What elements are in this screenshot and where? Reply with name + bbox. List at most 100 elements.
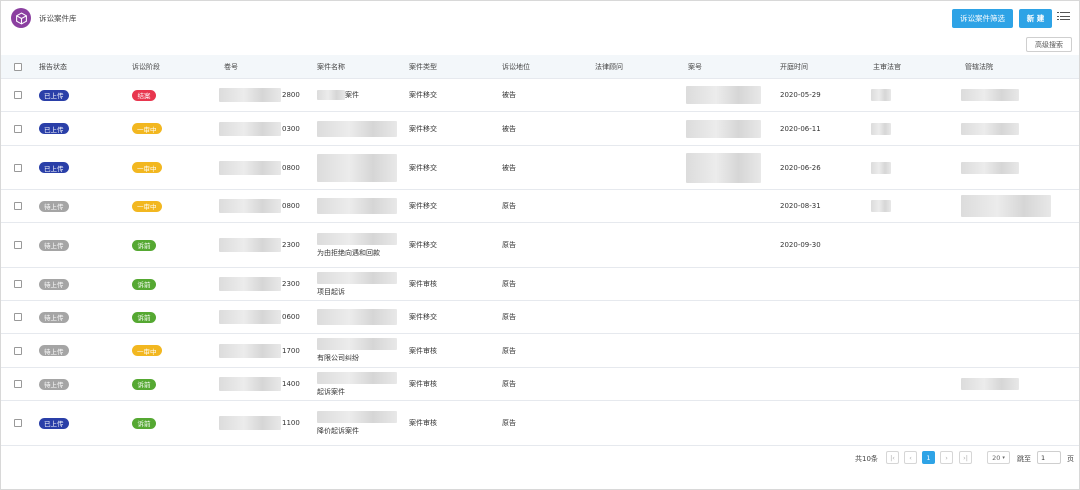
table-row[interactable]: 待上传 诉前 2300 为由拒绝向遇和回款 案件移交 原告 2020-09-30 (1, 223, 1079, 268)
row-select-cell[interactable] (14, 146, 22, 189)
report-status-cell: 待上传 (39, 268, 69, 300)
redacted-file-number (219, 277, 281, 291)
file-number-cell[interactable]: 0600 (219, 301, 300, 333)
col-litigation-stage[interactable]: 诉讼阶段 (132, 55, 160, 79)
file-number-cell[interactable]: 0300 (219, 112, 300, 145)
file-number-cell[interactable]: 0800 (219, 190, 300, 222)
col-case-name[interactable]: 案件名称 (317, 55, 345, 79)
case-type-cell: 案件审核 (409, 419, 437, 427)
file-number-cell[interactable]: 0800 (219, 146, 300, 189)
case-name-cell[interactable]: 为由拒绝向遇和回款 (317, 223, 397, 267)
case-number-cell (686, 112, 761, 145)
litigation-position-cell: 原告 (502, 280, 516, 288)
page-title: 诉讼案件库 (39, 13, 77, 23)
row-checkbox[interactable] (14, 419, 22, 427)
goto-page-input[interactable] (1037, 451, 1061, 464)
row-checkbox[interactable] (14, 91, 22, 99)
table-row[interactable]: 待上传 诉前 1400 起诉案件 案件审核 原告 (1, 368, 1079, 401)
row-select-cell[interactable] (14, 401, 22, 445)
row-select-cell[interactable] (14, 268, 22, 300)
row-select-cell[interactable] (14, 368, 22, 400)
last-page-button[interactable]: ›| (959, 451, 972, 464)
redacted-court (961, 89, 1019, 101)
row-checkbox[interactable] (14, 163, 22, 172)
next-page-button[interactable]: › (940, 451, 953, 464)
table-row[interactable]: 待上传 一审中 1700 有限公司纠纷 案件审核 原告 (1, 334, 1079, 368)
table-row[interactable]: 待上传 诉前 0600 案件移交 原告 (1, 301, 1079, 334)
file-number-cell[interactable]: 2300 (219, 268, 300, 300)
case-type-cell: 案件移交 (409, 202, 437, 210)
row-checkbox[interactable] (14, 346, 22, 355)
presiding-judge-cell (871, 190, 891, 222)
case-name-cell[interactable]: 起诉案件 (317, 368, 397, 400)
litigation-position-cell: 被告 (502, 163, 516, 172)
row-checkbox[interactable] (14, 380, 22, 388)
col-presiding-judge[interactable]: 主审法官 (873, 55, 901, 79)
case-name-cell[interactable] (317, 146, 397, 189)
page-button-current[interactable]: 1 (922, 451, 935, 464)
row-select-cell[interactable] (14, 334, 22, 367)
row-checkbox[interactable] (14, 124, 22, 133)
row-select-cell[interactable] (14, 223, 22, 267)
select-all-cell[interactable] (14, 55, 22, 79)
presiding-judge-cell (871, 112, 891, 145)
case-name-cell[interactable] (317, 301, 397, 333)
case-name-cell[interactable] (317, 112, 397, 145)
file-number-cell[interactable]: 1700 (219, 334, 300, 367)
court-cell (961, 112, 1019, 145)
col-case-type[interactable]: 案件类型 (409, 55, 437, 79)
app-logo (11, 8, 31, 28)
col-report-status[interactable]: 报告状态 (39, 55, 67, 79)
litigation-stage-badge: 一审中 (132, 123, 162, 134)
file-number-cell[interactable]: 2800 (219, 79, 300, 111)
row-checkbox[interactable] (14, 241, 22, 249)
redacted-file-number (219, 121, 281, 136)
case-name-cell[interactable]: 项目起诉 (317, 268, 397, 300)
case-name-text: 项目起诉 (317, 287, 345, 296)
col-court[interactable]: 管辖法院 (965, 55, 993, 79)
select-all-checkbox[interactable] (14, 63, 22, 71)
row-select-cell[interactable] (14, 79, 22, 111)
column-settings-icon[interactable] (1057, 12, 1070, 24)
case-name-cell[interactable]: 有限公司纠纷 (317, 334, 397, 367)
case-type-cell: 案件移交 (409, 91, 437, 99)
table-row[interactable]: 待上传 一审中 0800 案件移交 原告 2020-08-31 (1, 190, 1079, 223)
table-row[interactable]: 已上传 诉前 1100 降价起诉案件 案件审核 原告 (1, 401, 1079, 446)
row-checkbox[interactable] (14, 313, 22, 321)
file-number-cell[interactable]: 1400 (219, 368, 300, 400)
file-number-cell[interactable]: 2300 (219, 223, 300, 267)
case-name-text: 案件 (345, 91, 359, 99)
report-status-badge: 待上传 (39, 378, 69, 390)
table-row[interactable]: 已上传 一审中 0300 案件移交 被告 2020-06-11 (1, 112, 1079, 146)
row-select-cell[interactable] (14, 190, 22, 222)
col-file-number[interactable]: 卷号 (224, 55, 238, 79)
new-case-button[interactable]: 新 建 (1019, 9, 1052, 28)
report-status-badge: 待上传 (39, 311, 69, 323)
table-row[interactable]: 待上传 诉前 2300 项目起诉 案件审核 原告 (1, 268, 1079, 301)
page-size-select[interactable]: 20 ▾ (987, 451, 1010, 464)
col-case-number[interactable]: 案号 (688, 55, 702, 79)
col-legal-counsel[interactable]: 法律顾问 (595, 55, 623, 79)
row-checkbox[interactable] (14, 202, 22, 210)
case-name-cell[interactable]: 降价起诉案件 (317, 401, 397, 445)
case-name-cell[interactable]: 案件 (317, 79, 359, 111)
court-cell (961, 79, 1019, 111)
case-filter-button[interactable]: 诉讼案件筛选 (952, 9, 1013, 28)
col-hearing-date[interactable]: 开庭时间 (780, 55, 808, 79)
row-checkbox[interactable] (14, 280, 22, 288)
case-type-cell: 案件审核 (409, 346, 437, 355)
table-row[interactable]: 已上传 一审中 0800 案件移交 被告 2020-06-26 (1, 146, 1079, 190)
file-number-cell[interactable]: 1100 (219, 401, 300, 445)
first-page-button[interactable]: |‹ (886, 451, 899, 464)
row-select-cell[interactable] (14, 301, 22, 333)
col-litigation-position[interactable]: 诉讼地位 (502, 55, 530, 79)
redacted-case-name (317, 232, 397, 245)
advanced-search-button[interactable]: 高级搜索 (1026, 37, 1072, 52)
prev-page-button[interactable]: ‹ (904, 451, 917, 464)
table-row[interactable]: 已上传 结案 2800 案件 案件移交 被告 2020-05-29 (1, 79, 1079, 112)
case-type-cell: 案件移交 (409, 313, 437, 321)
redacted-judge (871, 122, 891, 135)
case-name-cell[interactable] (317, 190, 397, 222)
file-number-suffix: 0300 (282, 124, 300, 133)
row-select-cell[interactable] (14, 112, 22, 145)
